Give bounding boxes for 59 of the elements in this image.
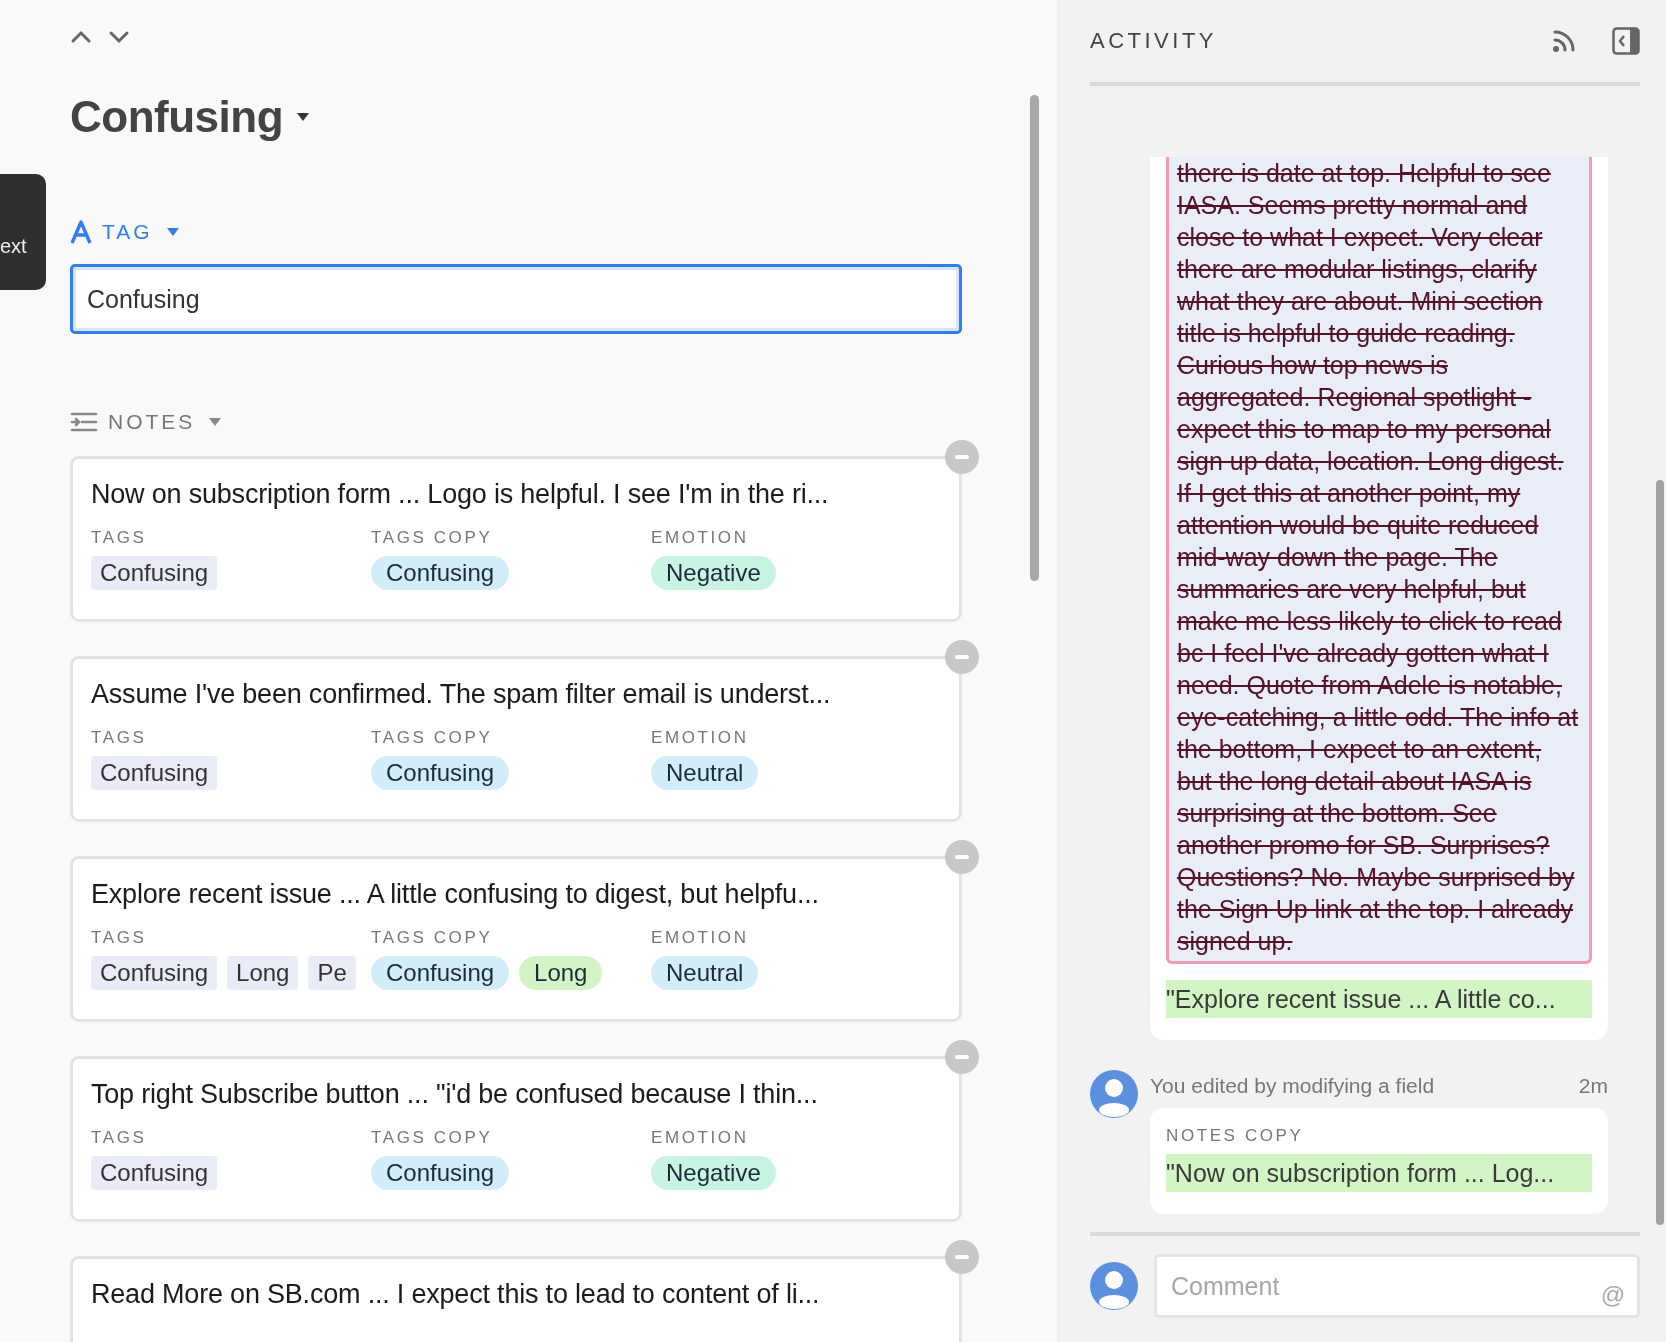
tag-chip: Confusing [91,556,218,590]
timestamp: 2m [1578,1074,1608,1098]
note-title: Top right Subscribe button ... "i'd be confused because I thin... [91,1079,819,1110]
note-title: Assume I've been confirmed. The spam filter email is underst... [91,679,832,710]
field-label: TAGS COPY [371,728,494,748]
option-chip: Confusing [371,1156,510,1190]
option-chip: Neutral [651,756,759,790]
note-card[interactable]: Read More on SB.com ... I expect this to lead to content of li... [70,1256,962,1342]
note-title: Read More on SB.com ... I expect this to lead to content of li... [91,1279,821,1310]
panel-title: ACTIVITY [1090,28,1218,54]
removed-text: there is date at top. Helpful to see IASA. Seems pretty normal and close to what I expect. Very clear there are modular listings, clarify what they are about. Mini section title is helpful to guide reading. Curious how top news is aggregated. Regional spotlight - expect this to map to my personal sign up data, location. Long digest. If I get this at another point, my attention would be quite reduced mid-way down the page. The summaries are very helpful, but make me less likely to click to read bc I feel I've already gotten what I need. Quote from Adele is notable, eye-catching, a little odd. The info at the bottom, I expect to an extent, but the long detail about IASA is surprising at the bottom. See another promo for SB. Surprises? Questions? No. Maybe surprised by the Sign Up link at the top. I already signed up. [1166,157,1592,964]
option-chip: Confusing [371,956,510,990]
field-label: TAGS [91,1128,148,1148]
option-chip: Confusing [371,756,510,790]
tag-chip: Pe [308,956,356,990]
scrollbar-thumb[interactable] [1656,480,1664,1225]
field-label: EMOTION [651,1128,750,1148]
tag-chip: Confusing [91,956,218,990]
field-label: TAGS [91,528,148,548]
linked-records-icon [70,411,98,433]
field-label: TAGS [91,728,148,748]
note-title: Explore recent issue ... A little confusing to digest, but helpfu... [91,879,820,910]
option-chip: Long [519,956,603,990]
field-label: TAGS [91,928,148,948]
added-text: "Now on subscription form ... Log... [1166,1154,1592,1192]
tag-chip: Confusing [91,756,218,790]
tag-chip: Long [227,956,299,990]
option-chip: Negative [651,556,776,590]
collapse-panel-icon[interactable] [1612,27,1640,55]
field-label: EMOTION [651,528,750,548]
caret-icon[interactable] [297,113,309,121]
tag-input-field[interactable]: Confusing [70,264,962,334]
field-label: TAG [102,220,153,244]
option-chip: Negative [651,1156,776,1190]
field-label: TAGS COPY [371,928,494,948]
field-label: TAGS COPY [371,528,494,548]
note-card[interactable]: Explore recent issue ... A little confusing to digest, but helpfu... TAGS Confusing Long Pe TAGS COPY Confusing Long EMOTION Neutral [70,856,962,1022]
activity-summary: You edited by modifying a field [1150,1074,1435,1098]
side-tab[interactable]: ext [0,174,46,290]
note-title: Now on subscription form ... Logo is helpful. I see I'm in the ri... [91,479,830,510]
text-type-icon [70,220,92,244]
field-label: EMOTION [651,928,750,948]
note-card[interactable]: Now on subscription form ... Logo is helpful. I see I'm in the ri... TAGS Confusing TAGS COPY Confusing EMOTION Negative [70,456,962,622]
section-label: NOTES [108,410,196,434]
chevron-up-icon[interactable] [70,30,92,44]
scrollbar-thumb[interactable] [1030,95,1039,581]
note-card[interactable]: Assume I've been confirmed. The spam filter email is underst... TAGS Confusing TAGS COPY Confusing EMOTION Neutral [70,656,962,822]
user-avatar [1090,1070,1138,1118]
field-label: NOTES COPY [1166,1126,1305,1146]
chevron-down-icon[interactable] [108,30,130,44]
user-avatar [1090,1262,1138,1310]
option-chip: Neutral [651,956,759,990]
option-chip: Confusing [371,556,510,590]
field-label: TAGS COPY [371,1128,494,1148]
note-card[interactable]: Top right Subscribe button ... "i'd be confused because I thin... TAGS Confusing TAGS COPY Confusing EMOTION Negative [70,1056,962,1222]
record-title: Confusing [70,92,283,142]
tag-chip: Confusing [91,1156,218,1190]
added-text: "Explore recent issue ... A little co... [1166,980,1592,1018]
field-label: EMOTION [651,728,750,748]
